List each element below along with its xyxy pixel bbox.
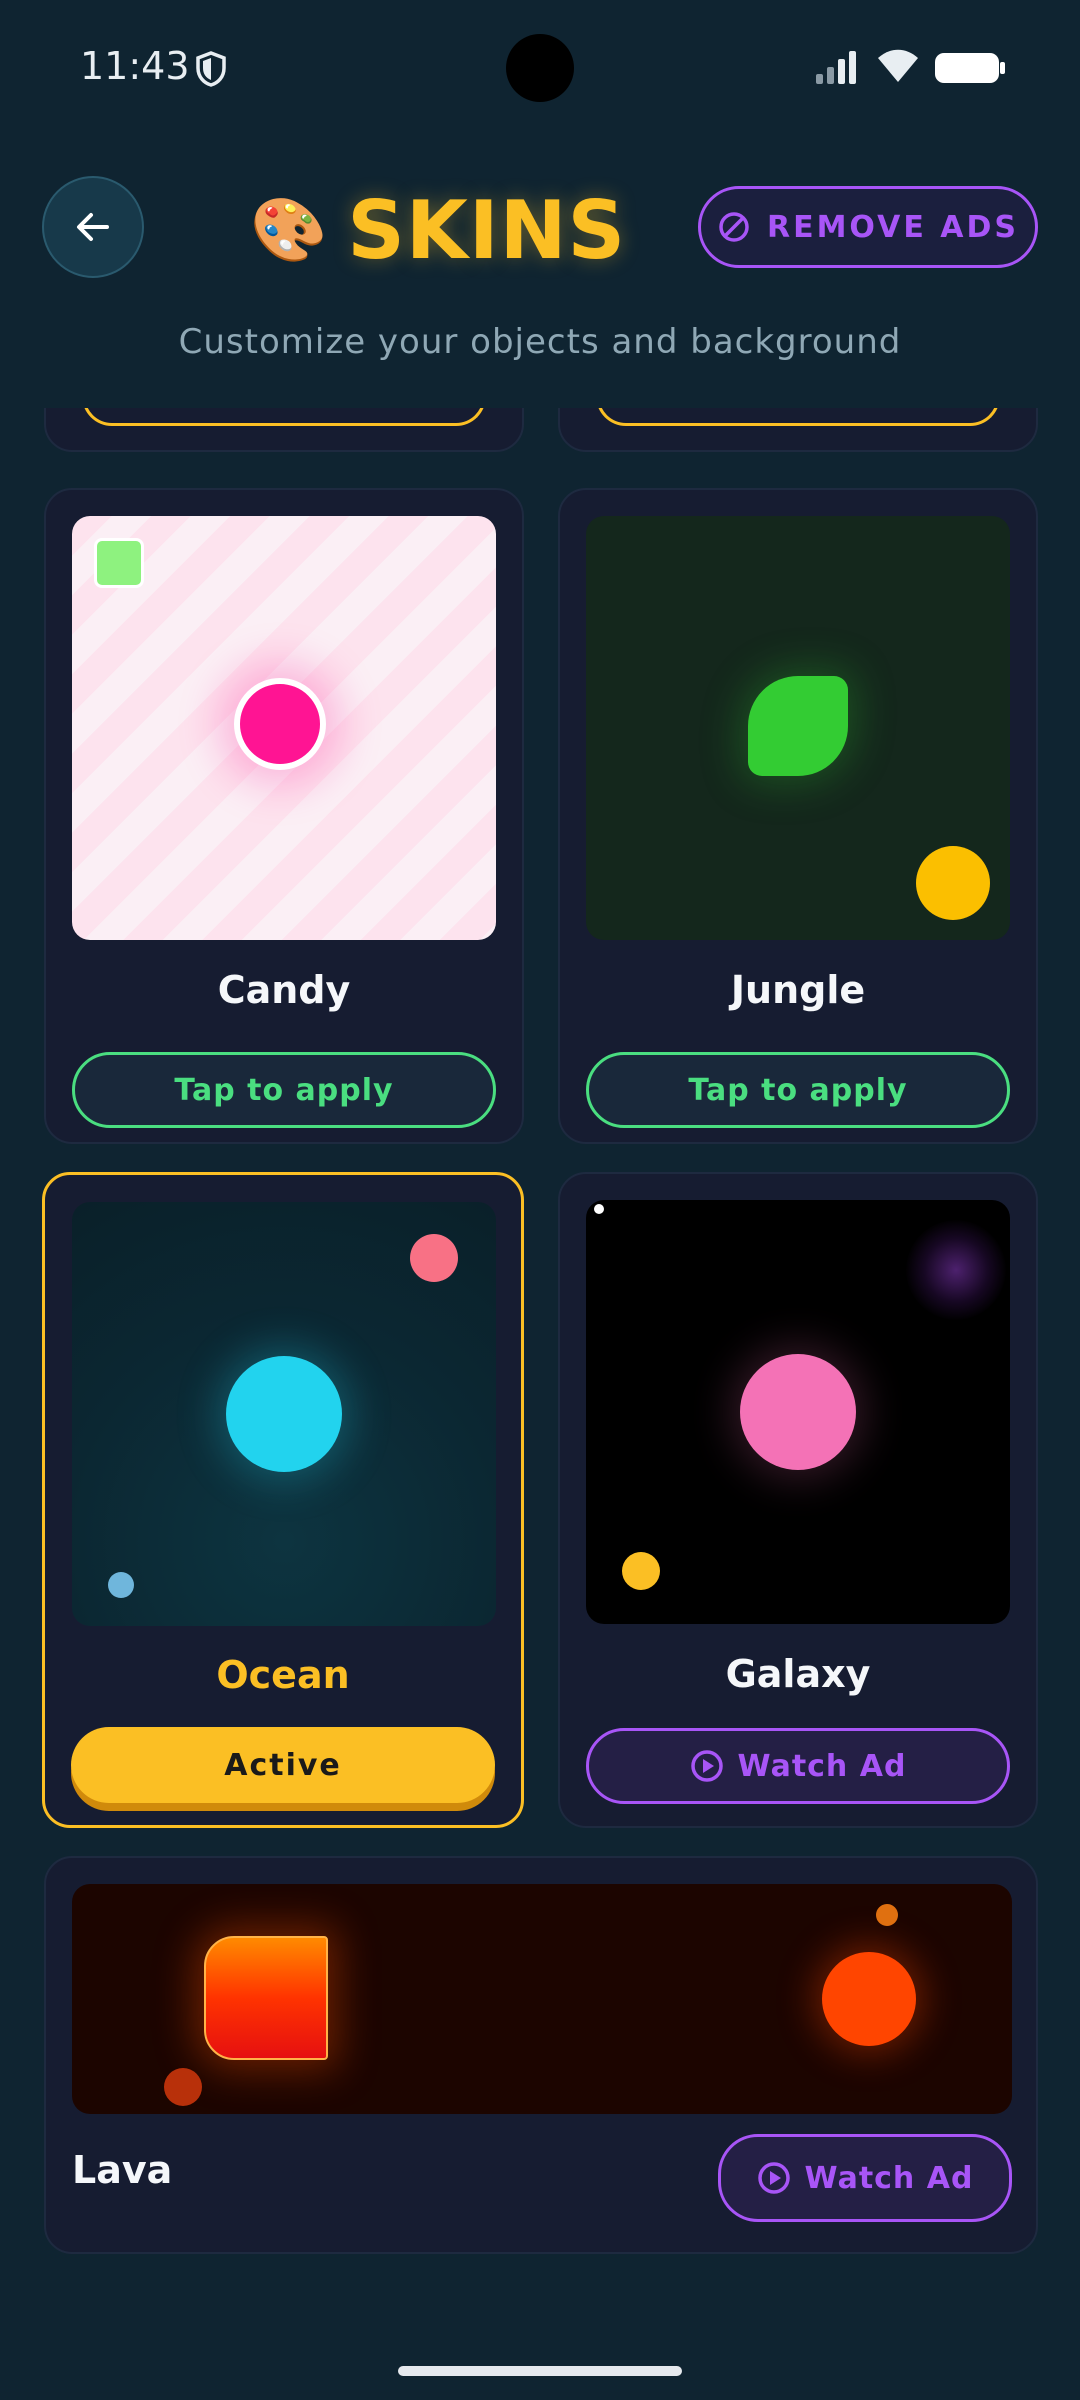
back-button[interactable] — [42, 176, 144, 278]
remove-ads-button[interactable]: REMOVE ADS — [698, 186, 1038, 268]
arrow-left-icon — [77, 213, 109, 241]
block-icon — [719, 212, 749, 242]
skin-card-galaxy[interactable]: Galaxy Watch Ad — [558, 1172, 1038, 1828]
galaxy-ball — [740, 1354, 856, 1470]
play-circle-icon — [690, 1750, 723, 1782]
lava-ball — [822, 1952, 916, 2046]
ocean-ball — [226, 1356, 342, 1472]
skin-card-jungle[interactable]: Jungle Tap to apply — [558, 488, 1038, 1144]
card-button-partial[interactable] — [596, 408, 1000, 426]
skin-name: Candy — [217, 968, 351, 1012]
watch-ad-button[interactable]: Watch Ad — [718, 2134, 1012, 2222]
battery-icon — [935, 53, 1005, 83]
ocean-preview — [72, 1202, 496, 1626]
ocean-red-dot — [410, 1234, 458, 1282]
active-button[interactable]: Active — [71, 1727, 495, 1803]
skin-name: Galaxy — [725, 1652, 871, 1696]
title-text: SKINS — [347, 183, 627, 277]
apply-button[interactable]: Tap to apply — [586, 1052, 1010, 1128]
page-subtitle: Customize your objects and background — [178, 322, 902, 362]
page-title: 🎨 SKINS — [250, 180, 626, 280]
skin-name: Ocean — [216, 1653, 350, 1697]
lava-ember — [164, 2068, 202, 2106]
skin-card-lava[interactable]: Lava Watch Ad — [44, 1856, 1038, 2254]
ocean-blue-dot — [108, 1572, 134, 1598]
lava-preview — [72, 1884, 1012, 2114]
watch-ad-label: Watch Ad — [737, 1748, 907, 1784]
galaxy-moon — [622, 1552, 660, 1590]
skin-card-ocean[interactable]: Ocean Active — [42, 1172, 524, 1828]
watch-ad-label: Watch Ad — [804, 2160, 974, 2196]
lava-ember-small — [876, 1904, 898, 1926]
skin-name: Jungle — [730, 968, 866, 1012]
skin-card-candy[interactable]: Candy Tap to apply — [44, 488, 524, 1144]
lava-block — [204, 1936, 328, 2060]
jungle-preview — [586, 516, 1010, 940]
card-button-partial[interactable] — [82, 408, 486, 426]
galaxy-preview — [586, 1200, 1010, 1624]
candy-ball — [234, 678, 326, 770]
signal-icon — [816, 51, 856, 84]
skin-card-partial[interactable] — [44, 408, 524, 452]
skin-card-partial[interactable] — [558, 408, 1038, 452]
palette-icon: 🎨 — [250, 193, 328, 266]
jungle-ball — [916, 846, 990, 920]
skins-grid[interactable]: Candy Tap to apply Jungle Tap to apply O… — [0, 408, 1080, 2400]
candy-preview — [72, 516, 496, 940]
galaxy-nebula — [906, 1220, 1006, 1320]
home-indicator[interactable] — [398, 2366, 682, 2376]
jungle-leaf — [748, 676, 848, 776]
apply-button[interactable]: Tap to apply — [72, 1052, 496, 1128]
galaxy-star — [594, 1204, 604, 1214]
watch-ad-button[interactable]: Watch Ad — [586, 1728, 1010, 1804]
remove-ads-label: REMOVE ADS — [766, 209, 1020, 245]
camera-cutout — [506, 34, 574, 102]
status-bar: 11:43 — [0, 0, 1080, 130]
status-time: 11:43 — [80, 44, 190, 88]
candy-square — [94, 538, 144, 588]
wifi-icon — [878, 49, 918, 82]
shield-icon — [196, 51, 226, 87]
skin-name: Lava — [72, 2148, 173, 2192]
play-circle-icon — [757, 2162, 790, 2194]
